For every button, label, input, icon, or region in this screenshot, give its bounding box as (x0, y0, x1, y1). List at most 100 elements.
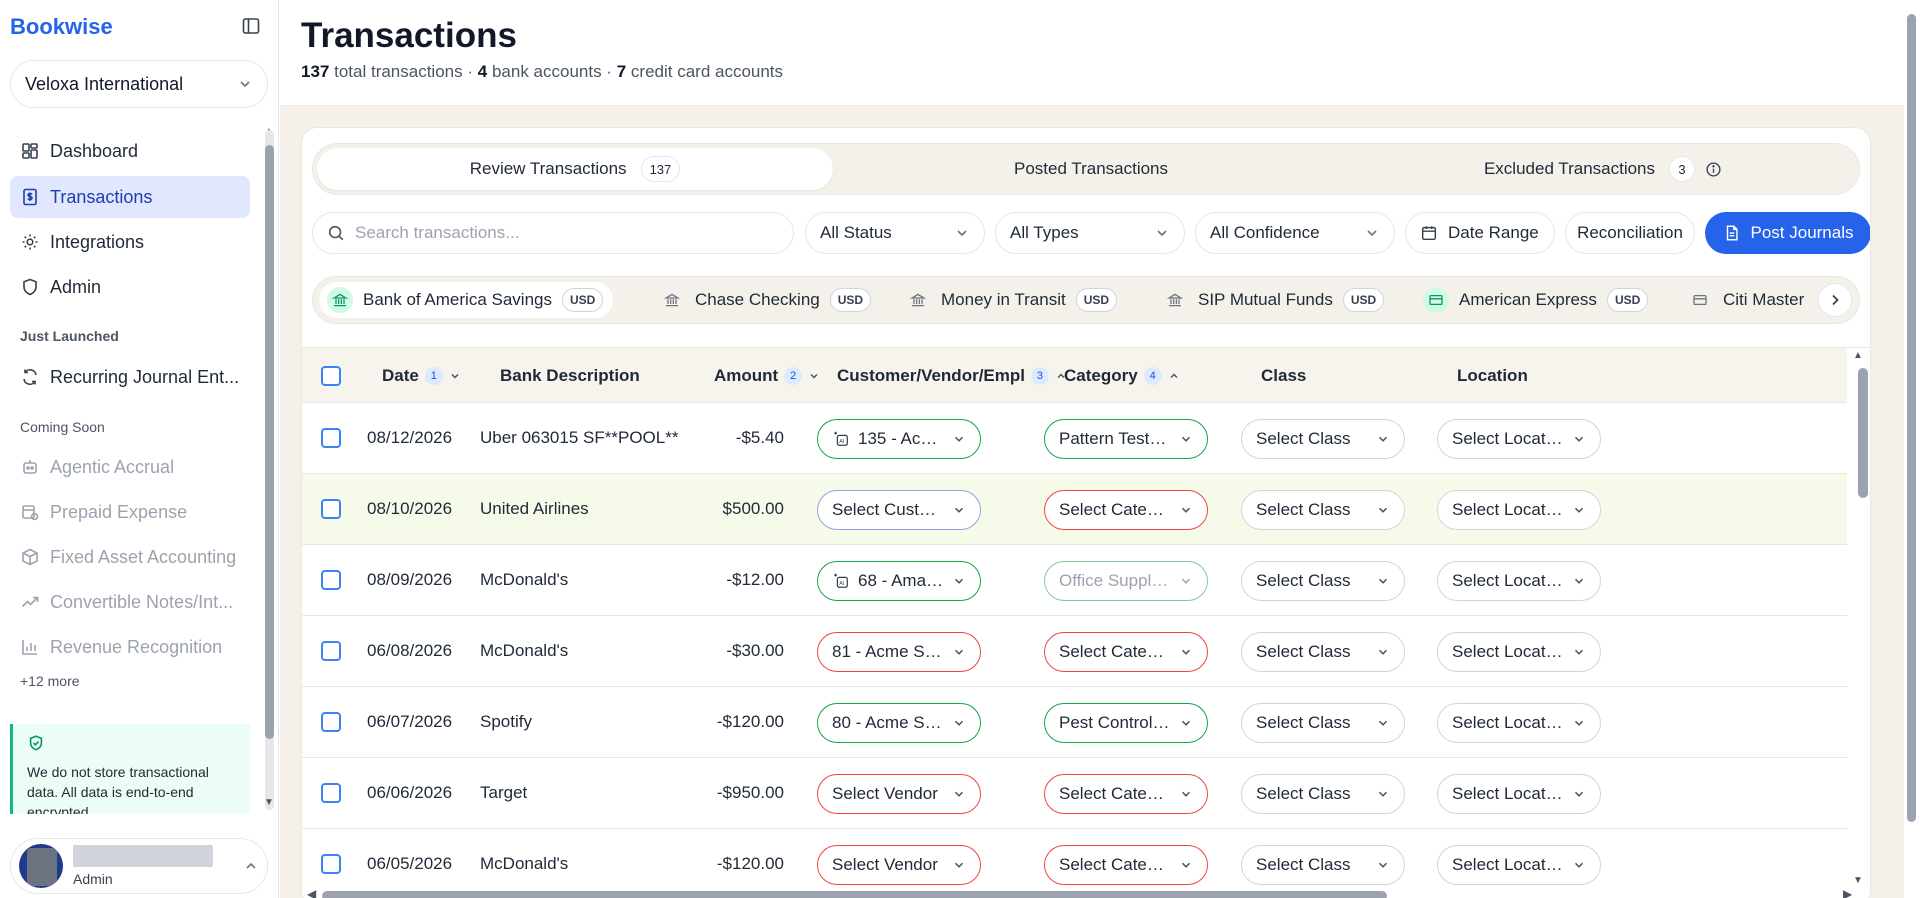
table-row[interactable]: 08/12/2026 Uber 063015 SF**POOL** -$5.40… (302, 403, 1847, 474)
page-scroll-thumb[interactable] (1907, 14, 1916, 822)
category-select[interactable]: Pest Control Services (1044, 703, 1208, 743)
class-select[interactable]: Select Class (1241, 703, 1405, 743)
table-vscroll-thumb[interactable] (1858, 368, 1868, 498)
class-select[interactable]: Select Class (1241, 490, 1405, 530)
nav-recurring-journal[interactable]: Recurring Journal Ent... (10, 356, 250, 398)
category-select[interactable]: Select Category (1044, 632, 1208, 672)
scroll-down-arrow-icon[interactable]: ▼ (264, 797, 274, 808)
row-checkbox[interactable] (321, 570, 341, 590)
currency-badge: USD (829, 288, 872, 312)
column-class[interactable]: Class (1261, 348, 1306, 403)
nav-prepaid-expense[interactable]: Prepaid Expense (10, 491, 250, 533)
location-select[interactable]: Select Location (1437, 774, 1601, 814)
column-amount[interactable]: Amount 2 (714, 348, 820, 403)
confidence-filter[interactable]: All Confidence (1195, 212, 1395, 254)
reconciliation-button[interactable]: Reconciliation (1565, 212, 1695, 254)
scroll-right-arrow-icon[interactable]: ▶ (1843, 887, 1852, 898)
column-date[interactable]: Date 1 (382, 348, 461, 403)
nav-dashboard[interactable]: Dashboard (10, 130, 250, 172)
type-filter[interactable]: All Types (995, 212, 1185, 254)
tab-posted-transactions[interactable]: Posted Transactions (833, 148, 1349, 190)
account-tab[interactable]: Chase Checking USD (651, 282, 881, 318)
nav-convertible-notes[interactable]: Convertible Notes/Int... (10, 581, 250, 623)
class-select[interactable]: Select Class (1241, 774, 1405, 814)
nav-admin[interactable]: Admin (10, 266, 250, 308)
customer-select[interactable]: Select Customer (817, 490, 981, 530)
location-select[interactable]: Select Location (1437, 632, 1601, 672)
location-select[interactable]: Select Location (1437, 561, 1601, 601)
column-bank-description[interactable]: Bank Description (500, 348, 640, 403)
tab-excluded-transactions[interactable]: Excluded Transactions 3 (1349, 148, 1857, 190)
date-range-button[interactable]: Date Range (1405, 212, 1555, 254)
row-checkbox[interactable] (321, 712, 341, 732)
table-row[interactable]: 06/06/2026 Target -$950.00 Select Vendor… (302, 758, 1847, 829)
row-checkbox[interactable] (321, 783, 341, 803)
search-input[interactable]: Search transactions... (312, 212, 794, 254)
column-customer-vendor[interactable]: Customer/Vendor/Empl 3 (837, 348, 1067, 403)
category-select[interactable]: Office Supplies (1044, 561, 1208, 601)
category-select[interactable]: Pattern Test Category (1044, 419, 1208, 459)
select-all-checkbox[interactable] (321, 366, 341, 386)
table-hscroll-thumb[interactable] (322, 891, 1387, 898)
customer-select[interactable]: 80 - Acme Supplies (817, 703, 981, 743)
info-icon[interactable] (1705, 161, 1722, 178)
user-menu[interactable]: Admin (10, 838, 268, 894)
class-select[interactable]: Select Class (1241, 845, 1405, 885)
location-select[interactable]: Select Location (1437, 490, 1601, 530)
account-tab[interactable]: Money in Transit USD (897, 282, 1127, 318)
location-select[interactable]: Select Location (1437, 845, 1601, 885)
nav-integrations[interactable]: Integrations (10, 221, 250, 263)
category-select[interactable]: Select Category (1044, 845, 1208, 885)
row-checkbox[interactable] (321, 499, 341, 519)
category-select[interactable]: Select Category (1044, 774, 1208, 814)
nav-fixed-asset[interactable]: Fixed Asset Accounting (10, 536, 250, 578)
row-checkbox[interactable] (321, 641, 341, 661)
customer-select[interactable]: 81 - Acme Supplies (817, 632, 981, 672)
customer-select[interactable]: Select Vendor (817, 845, 981, 885)
account-tab[interactable]: Citi Master (1679, 282, 1814, 318)
account-tab[interactable]: American Express USD (1415, 282, 1658, 318)
sidebar-toggle-icon[interactable] (241, 16, 261, 36)
nav-transactions[interactable]: Transactions (10, 176, 250, 218)
account-name: SIP Mutual Funds (1198, 290, 1333, 309)
row-checkbox[interactable] (321, 428, 341, 448)
class-select[interactable]: Select Class (1241, 561, 1405, 601)
customer-value: Select Vendor (832, 855, 938, 874)
customer-select[interactable]: AI 135 - Accounting Firm (817, 419, 981, 459)
receipt-dollar-icon (20, 187, 40, 207)
account-tab[interactable]: Bank of America Savings USD (319, 282, 614, 318)
tab-label: Posted Transactions (1013, 159, 1169, 178)
location-select[interactable]: Select Location (1437, 419, 1601, 459)
account-tab[interactable]: SIP Mutual Funds USD (1154, 282, 1394, 318)
table-hscroll-track[interactable]: ◀ ▶ (302, 885, 1870, 898)
nav-revenue-recognition[interactable]: Revenue Recognition (10, 626, 250, 668)
scroll-up-arrow-icon[interactable]: ▲ (1853, 350, 1863, 361)
status-filter[interactable]: All Status (805, 212, 985, 254)
location-select[interactable]: Select Location (1437, 703, 1601, 743)
column-location[interactable]: Location (1457, 348, 1528, 403)
post-journals-button[interactable]: Post Journals (1705, 212, 1870, 254)
type-filter-value: All Types (1010, 223, 1079, 242)
class-select[interactable]: Select Class (1241, 419, 1405, 459)
app-logo[interactable]: Bookwise (10, 14, 113, 40)
chevron-right-icon[interactable] (1818, 283, 1852, 317)
table-row[interactable]: 08/09/2026 McDonald's -$12.00 AI 68 - Am… (302, 545, 1847, 616)
nav-label: Fixed Asset Accounting (50, 546, 237, 567)
more-link[interactable]: +12 more (20, 673, 80, 689)
org-selector[interactable]: Veloxa International (10, 60, 268, 108)
location-value: Select Location (1452, 500, 1564, 519)
scroll-left-arrow-icon[interactable]: ◀ (307, 887, 316, 898)
table-row[interactable]: 06/08/2026 McDonald's -$30.00 81 - Acme … (302, 616, 1847, 687)
column-category[interactable]: Category 4 (1064, 348, 1180, 403)
table-row[interactable]: 06/07/2026 Spotify -$120.00 80 - Acme Su… (302, 687, 1847, 758)
customer-select[interactable]: AI 68 - Amazon (817, 561, 981, 601)
category-select[interactable]: Select Category (1044, 490, 1208, 530)
customer-select[interactable]: Select Vendor (817, 774, 981, 814)
row-checkbox[interactable] (321, 854, 341, 874)
class-select[interactable]: Select Class (1241, 632, 1405, 672)
nav-agentic-accrual[interactable]: Agentic Accrual (10, 446, 250, 488)
sidebar-scroll-thumb[interactable] (265, 145, 274, 739)
table-row[interactable]: 06/05/2026 McDonald's -$120.00 Select Ve… (302, 829, 1847, 887)
table-row[interactable]: 08/10/2026 United Airlines $500.00 Selec… (302, 474, 1847, 545)
tab-review-transactions[interactable]: Review Transactions 137 (317, 148, 833, 190)
